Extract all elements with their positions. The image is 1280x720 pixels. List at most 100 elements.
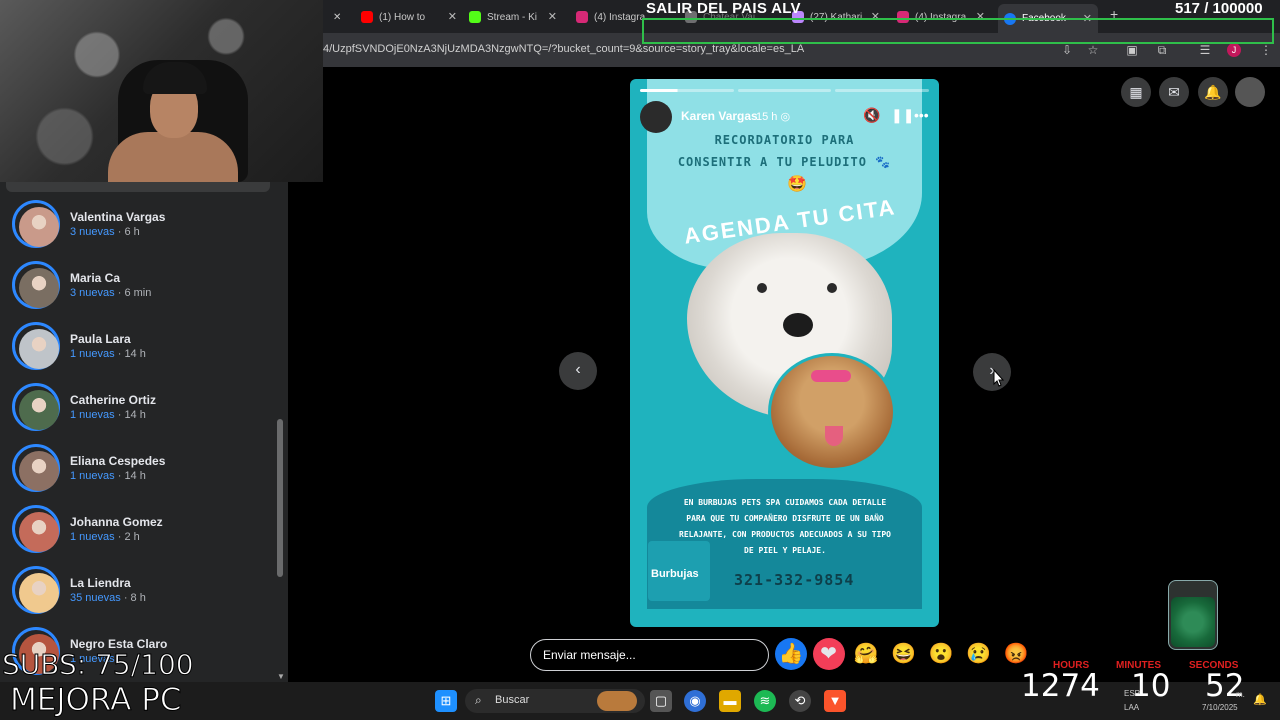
dog-nose <box>783 313 813 337</box>
story-list-item[interactable]: Valentina Vargas 3 nuevas · 6 h <box>12 200 272 250</box>
more-options-icon[interactable]: ••• <box>914 107 929 123</box>
phone-number: 321-332-9854 <box>734 571 855 589</box>
clock-date[interactable]: 7/10/2025 <box>1202 703 1238 712</box>
story-author-name: Johanna Gomez <box>70 515 163 529</box>
tab-instagram-1[interactable]: (4) Instagra <box>576 6 646 28</box>
instagram-icon <box>576 11 588 23</box>
story-list-item[interactable]: Catherine Ortiz 1 nuevas · 14 h <box>12 383 272 433</box>
progress-segment <box>835 89 930 92</box>
spotify-icon[interactable]: ≋ <box>754 690 776 712</box>
notifications-bell-icon[interactable]: 🔔 <box>1198 77 1228 107</box>
story-avatar <box>19 451 59 491</box>
story-author-name: La Liendra <box>70 576 131 590</box>
app-icon[interactable]: ⟲ <box>789 690 811 712</box>
progress-segment <box>640 89 734 92</box>
story-author-name: Valentina Vargas <box>70 210 166 224</box>
mute-icon[interactable]: 🔇 <box>863 107 880 124</box>
file-explorer-icon[interactable]: ▬ <box>719 690 741 712</box>
mouse-cursor-icon <box>993 369 1005 387</box>
story-avatar <box>19 268 59 308</box>
privacy-icon: ◎ <box>780 111 791 123</box>
url-text[interactable]: 4/UzpfSVNDOjE0NzA3NjUzMDA3NzgwNTQ=/?buck… <box>323 43 804 55</box>
haha-reaction-icon[interactable]: 😆 <box>888 638 920 670</box>
story-author-name: Paula Lara <box>70 332 131 346</box>
notification-bell-icon[interactable]: 🔔 <box>1253 693 1267 706</box>
like-reaction-icon[interactable]: 👍 <box>775 638 807 670</box>
search-icon: ⌕ <box>475 693 482 707</box>
tab-close-icon[interactable]: ✕ <box>333 6 343 28</box>
story-list-item[interactable]: La Liendra 35 nuevas · 8 h <box>12 566 272 616</box>
close-icon[interactable]: ✕ <box>548 10 557 23</box>
dog-eye <box>757 283 767 293</box>
author-name[interactable]: Karen Vargas <box>681 109 758 123</box>
lang-indicator[interactable]: ESP <box>1124 689 1140 698</box>
story-author-name: Maria Ca <box>70 271 121 285</box>
story-ring <box>12 322 60 370</box>
story-avatar <box>19 512 59 552</box>
close-icon[interactable]: ✕ <box>448 10 457 23</box>
story-avatar <box>19 329 59 369</box>
story-avatar <box>19 207 59 247</box>
mejora-pc-banner: MEJORA PC <box>10 682 183 719</box>
taskbar-search[interactable]: ⌕ Buscar <box>465 689 645 713</box>
reply-input[interactable]: Enviar mensaje... <box>530 639 769 671</box>
story-meta: 3 nuevas · 6 min <box>70 287 152 299</box>
story-avatar <box>19 573 59 613</box>
scroll-down-icon[interactable]: ▼ <box>277 672 285 681</box>
task-view-icon[interactable]: ▢ <box>650 690 672 712</box>
story-avatar <box>19 390 59 430</box>
progress-frame <box>642 18 1274 44</box>
tab-kick[interactable]: Stream - Ki ✕ <box>469 6 557 28</box>
account-avatar[interactable] <box>1235 77 1265 107</box>
install-app-icon[interactable]: ⇩ <box>1059 42 1075 58</box>
story-progress <box>640 89 930 92</box>
story-meta: 1 nuevas · 14 h <box>70 470 146 482</box>
story-list-item[interactable]: Eliana Cespedes 1 nuevas · 14 h <box>12 444 272 494</box>
story-card[interactable]: Karen Vargas 15 h ◎ 🔇 ❚❚ ••• RECORDATORI… <box>630 79 939 627</box>
story-author-name: Catherine Ortiz <box>70 393 157 407</box>
wow-reaction-icon[interactable]: 😮 <box>925 638 957 670</box>
lang-indicator-2[interactable]: LAA <box>1124 703 1139 712</box>
chrome-icon[interactable]: ◉ <box>684 690 706 712</box>
minutes-value: 10 <box>1131 668 1171 704</box>
clock-time[interactable]: m. <box>1236 690 1245 699</box>
menu-grid-icon[interactable]: ▦ <box>1121 77 1151 107</box>
dog-eye <box>827 283 837 293</box>
list-header-edge <box>6 182 270 192</box>
story-ring <box>12 200 60 248</box>
previous-story-button[interactable]: ‹ <box>559 352 597 390</box>
brown-dog-photo <box>768 353 896 471</box>
subs-goal: SUBS: 75/100 <box>2 648 195 682</box>
story-meta: 35 nuevas · 8 h <box>70 592 146 604</box>
coin-jar <box>1168 580 1218 650</box>
spa-logo-text: Burbujas <box>651 568 699 580</box>
messenger-icon[interactable]: ✉ <box>1159 77 1189 107</box>
scrollbar-thumb[interactable] <box>277 419 283 577</box>
care-reaction-icon[interactable]: 🤗 <box>850 638 882 670</box>
story-ring <box>12 383 60 431</box>
dog-tongue <box>825 426 843 446</box>
tab-youtube[interactable]: (1) How to ✕ <box>361 6 457 28</box>
brave-icon[interactable]: ▼ <box>824 690 846 712</box>
story-list-item[interactable]: Maria Ca 3 nuevas · 6 min <box>12 261 272 311</box>
bookmark-star-icon[interactable]: ☆ <box>1085 42 1101 58</box>
pause-icon[interactable]: ❚❚ <box>891 107 914 124</box>
menu-dots-icon[interactable]: ⋮ <box>1258 42 1274 58</box>
youtube-icon <box>361 11 373 23</box>
profile-avatar[interactable]: J <box>1227 43 1241 57</box>
story-author-name: Eliana Cespedes <box>70 454 166 468</box>
love-reaction-icon[interactable]: ❤ <box>812 638 845 670</box>
windows-start-icon[interactable]: ⊞ <box>435 690 457 712</box>
streamer-body <box>108 132 238 182</box>
extension-icon[interactable]: ▣ <box>1124 42 1140 58</box>
story-list-item[interactable]: Paula Lara 1 nuevas · 14 h <box>12 322 272 372</box>
puzzle-icon[interactable]: ⧉ <box>1154 42 1170 58</box>
next-story-button[interactable]: › <box>973 353 1011 391</box>
angry-reaction-icon[interactable]: 😡 <box>1000 638 1032 670</box>
story-ring <box>12 566 60 614</box>
media-queue-icon[interactable]: ☰ <box>1197 42 1213 58</box>
story-list-item[interactable]: Johanna Gomez 1 nuevas · 2 h <box>12 505 272 555</box>
sad-reaction-icon[interactable]: 😢 <box>963 638 995 670</box>
reminder-text: RECORDATORIO PARA CONSENTIR A TU PELUDIT… <box>677 133 892 169</box>
progress-segment <box>737 89 832 92</box>
